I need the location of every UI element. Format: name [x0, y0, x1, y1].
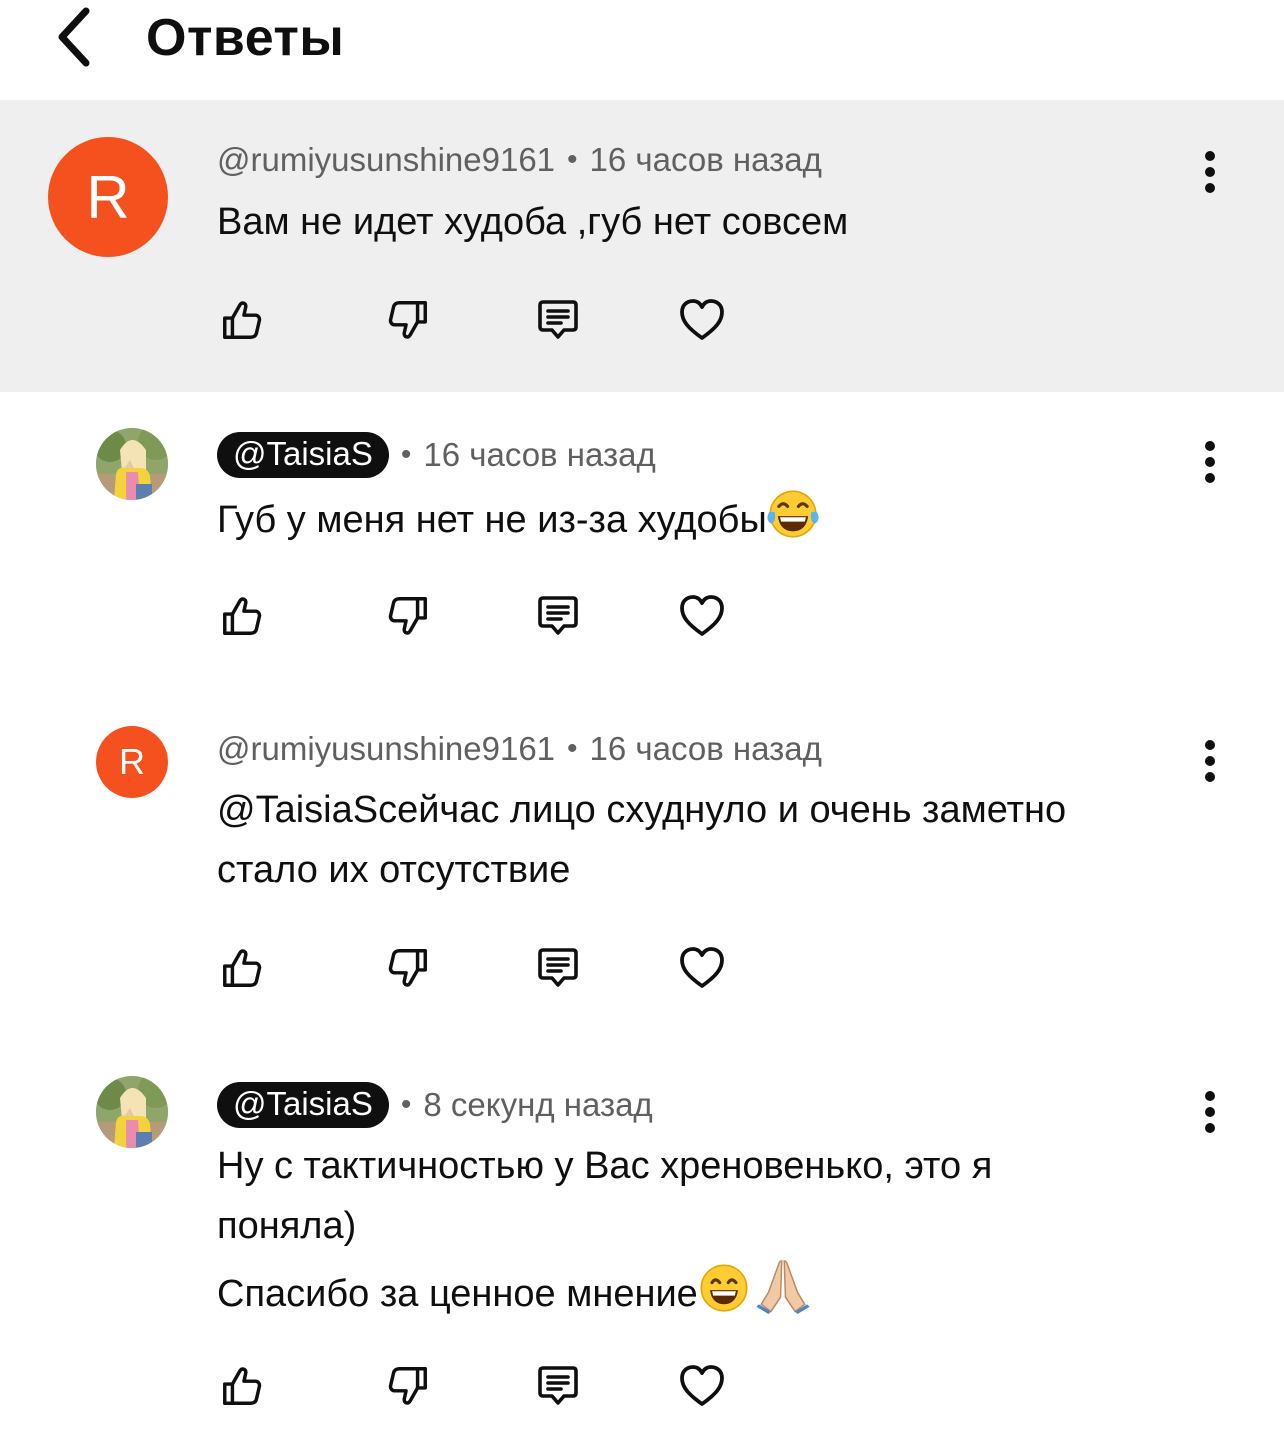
heart-icon[interactable] [672, 290, 732, 350]
more-options-icon[interactable] [1190, 432, 1230, 492]
heart-icon[interactable] [672, 1356, 732, 1416]
back-arrow-icon[interactable] [44, 4, 104, 70]
comment-item: R @rumiyusunshine9161 • 16 часов назад @… [0, 704, 1284, 1054]
thumbs-down-icon[interactable] [378, 1356, 438, 1416]
grinning-face-icon [698, 1262, 750, 1314]
creator-handle-badge[interactable]: @TaisiaS [217, 1082, 389, 1128]
meta-separator: • [567, 143, 578, 176]
comment-text-line: Спасибо за ценное мнение [217, 1256, 1194, 1324]
avatar-letter: R [86, 163, 130, 231]
comment-text-line: @TaisiaScейчас лицо схуднуло и очень зам… [217, 789, 1067, 831]
avatar[interactable]: R [48, 137, 168, 257]
face-with-tears-of-joy-icon [767, 488, 819, 540]
comment-item: @TaisiaS • 16 часов назад Губ у меня нет… [0, 392, 1284, 704]
more-options-icon[interactable] [1190, 1082, 1230, 1142]
avatar[interactable]: R [96, 726, 168, 798]
comment-text-line: стало их отсутствие [217, 849, 571, 891]
comment-author[interactable]: @rumiyusunshine9161 [217, 729, 555, 769]
comment-text-line: Вам не идет худоба ,губ нет совсем [217, 201, 849, 243]
comment-text: @TaisiaScейчас лицо схуднуло и очень зам… [217, 780, 1194, 900]
comment-meta: @rumiyusunshine9161 • 16 часов назад [217, 140, 822, 180]
comment-timestamp[interactable]: 16 часов назад [590, 729, 822, 769]
comment-meta: @rumiyusunshine9161 • 16 часов назад [217, 729, 822, 769]
avatar[interactable] [96, 428, 168, 500]
thumbs-down-icon[interactable] [378, 290, 438, 350]
comment-item: @TaisiaS • 8 секунд назад Ну с тактичнос… [0, 1054, 1284, 1439]
page-title: Ответы [146, 9, 345, 67]
top-bar: Ответы [0, 0, 1284, 100]
thumbs-down-icon[interactable] [378, 938, 438, 998]
thumbs-up-icon[interactable] [212, 1356, 272, 1416]
more-options-icon[interactable] [1190, 142, 1230, 202]
avatar[interactable] [96, 1076, 168, 1148]
thumbs-down-icon[interactable] [378, 586, 438, 646]
comment-text-line: поняла) [217, 1205, 357, 1247]
reply-icon[interactable] [528, 1356, 588, 1416]
meta-separator: • [567, 732, 578, 765]
meta-separator: • [400, 1088, 412, 1121]
comment-text: Губ у меня нет не из-за худобы [217, 488, 1194, 550]
comment-author[interactable]: @rumiyusunshine9161 [217, 140, 555, 180]
comment-timestamp[interactable]: 8 секунд назад [423, 1085, 652, 1125]
thumbs-up-icon[interactable] [212, 938, 272, 998]
heart-icon[interactable] [672, 938, 732, 998]
thumbs-up-icon[interactable] [212, 586, 272, 646]
avatar-letter: R [119, 741, 145, 782]
more-options-icon[interactable] [1190, 731, 1230, 791]
folded-hands-icon [754, 1256, 812, 1314]
reply-icon[interactable] [528, 586, 588, 646]
comment-text: Вам не идет худоба ,губ нет совсем [217, 192, 1194, 252]
comment-meta: @TaisiaS • 8 секунд назад [217, 1082, 653, 1128]
heart-icon[interactable] [672, 586, 732, 646]
comment-item: R @rumiyusunshine9161 • 16 часов назад В… [0, 100, 1284, 392]
reply-icon[interactable] [528, 938, 588, 998]
creator-handle-badge[interactable]: @TaisiaS [217, 432, 389, 478]
comment-timestamp[interactable]: 16 часов назад [590, 140, 822, 180]
comment-timestamp[interactable]: 16 часов назад [423, 435, 655, 475]
reply-icon[interactable] [528, 290, 588, 350]
comment-text-line: Ну с тактичностью у Вас хреновенько, это… [217, 1145, 993, 1187]
comment-text-line: Губ у меня нет не из-за худобы [217, 488, 1194, 550]
comment-text: Ну с тактичностью у Вас хреновенько, это… [217, 1136, 1194, 1324]
comment-meta: @TaisiaS • 16 часов назад [217, 432, 656, 478]
thumbs-up-icon[interactable] [212, 290, 272, 350]
meta-separator: • [400, 438, 412, 471]
